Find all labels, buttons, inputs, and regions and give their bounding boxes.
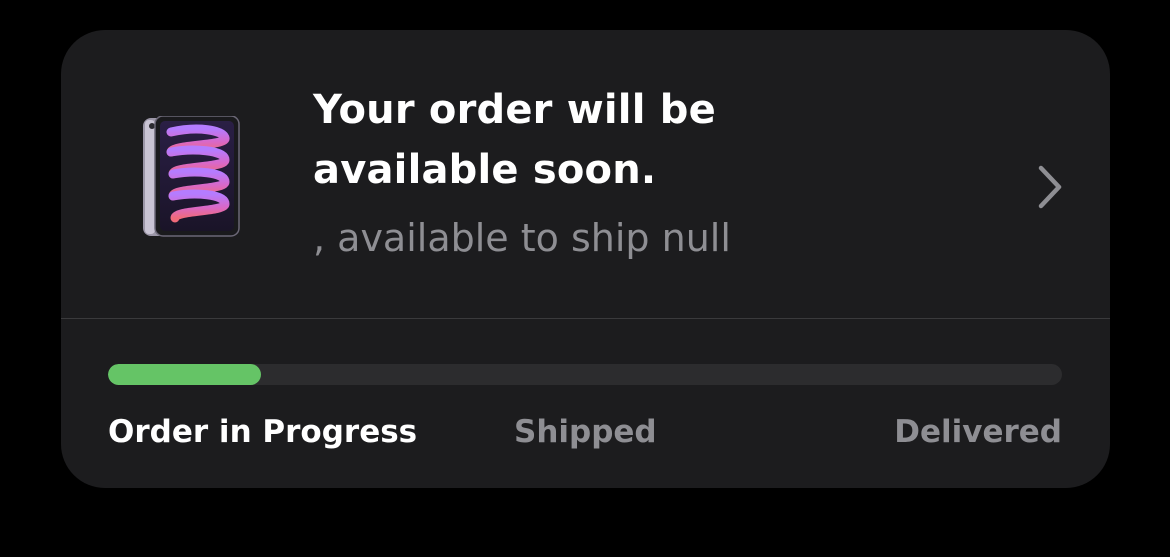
stage-shipped: Shipped <box>514 414 657 450</box>
chevron-right-icon[interactable] <box>1036 165 1064 209</box>
order-progress-fill <box>108 364 261 385</box>
stage-delivered: Delivered <box>894 414 1062 450</box>
order-headline: Your order will be available soon. <box>313 87 716 193</box>
order-summary-row[interactable]: Your order will be available soon. , ava… <box>61 30 1110 318</box>
order-progress-bar <box>108 364 1062 385</box>
ipad-mini-icon <box>143 116 240 237</box>
stage-order-in-progress: Order in Progress <box>108 414 418 450</box>
divider <box>61 318 1110 319</box>
order-status-card[interactable]: Your order will be available soon. , ava… <box>61 30 1110 488</box>
order-text: Your order will be available soon. , ava… <box>313 80 1013 262</box>
order-subline: , available to ship null <box>313 216 731 260</box>
